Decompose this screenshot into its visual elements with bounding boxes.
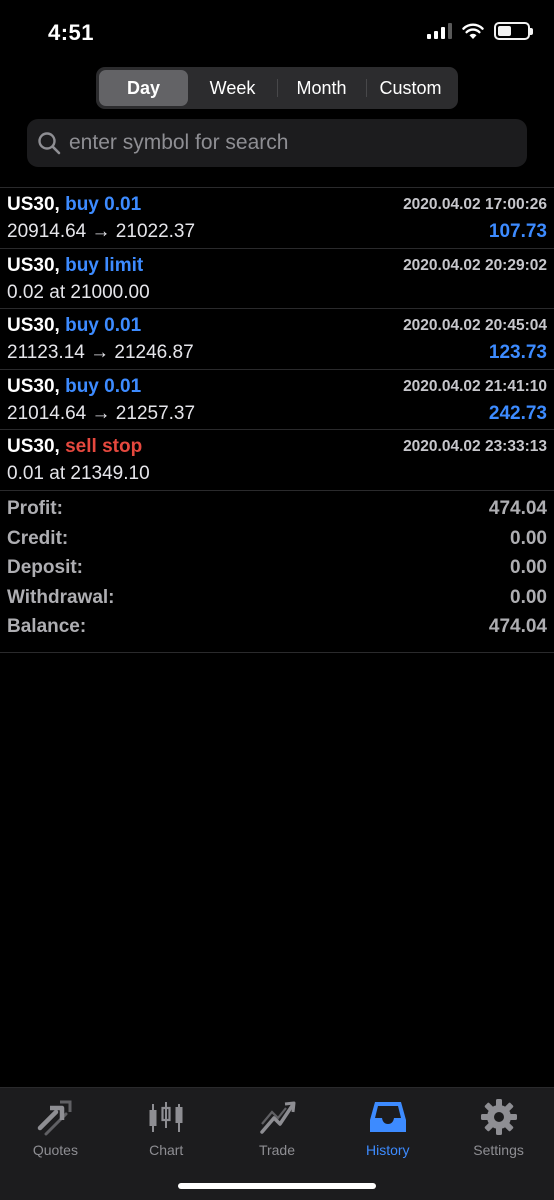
order-detail: 0.02 at 21000.00	[7, 281, 150, 303]
order-type: buy 0.01	[65, 315, 142, 336]
order-time: 2020.04.02 21:41:10	[403, 377, 547, 395]
order-symbol: US30,	[7, 254, 60, 276]
summary-withdrawal: Withdrawal: 0.00	[0, 585, 554, 615]
order-type: buy 0.01	[65, 375, 142, 397]
order-symbol: US30,	[7, 194, 60, 215]
order-detail: 21014.64 → 21257.37	[7, 402, 196, 424]
gear-icon	[480, 1099, 517, 1135]
candlestick-icon	[149, 1102, 183, 1132]
tab-month[interactable]: Month	[277, 70, 366, 106]
order-title: US30, buy limit	[7, 255, 143, 277]
list-item[interactable]: US30, sell stop 2020.04.02 23:33:13 0.01…	[0, 430, 554, 491]
order-title: US30, buy 0.01	[7, 376, 141, 398]
home-indicator	[178, 1183, 376, 1189]
order-title: US30, buy 0.01	[7, 194, 141, 216]
summary-deposit: Deposit: 0.00	[0, 555, 554, 585]
order-time: 2020.04.02 23:33:13	[403, 438, 547, 455]
status-icons	[427, 22, 533, 40]
tab-label: Settings	[473, 1142, 524, 1158]
inbox-tray-icon	[369, 1102, 406, 1132]
order-title: US30, buy 0.01	[7, 315, 141, 337]
trade-trend-icon	[260, 1101, 296, 1134]
quotes-arrows-icon	[38, 1100, 72, 1136]
search-icon	[38, 132, 61, 155]
tab-label: Trade	[258, 1142, 296, 1158]
tab-custom[interactable]: Custom	[366, 70, 455, 106]
order-type: sell stop	[65, 436, 143, 457]
summary-label: Balance:	[7, 616, 87, 638]
summary-label: Credit:	[7, 527, 69, 549]
order-title: US30, sell stop	[7, 436, 142, 458]
order-profit: 242.73	[488, 402, 547, 424]
tab-week[interactable]: Week	[188, 70, 277, 106]
status-time: 4:51	[48, 20, 95, 45]
order-detail: 20914.64 → 21022.37	[7, 221, 196, 242]
order-time: 2020.04.02 20:45:04	[403, 317, 547, 334]
tab-label: Chart	[149, 1142, 184, 1158]
history-screen: 4:51 Day Week Month Custom enter symbol …	[0, 0, 554, 1200]
order-profit: 107.73	[488, 221, 547, 242]
tab-settings[interactable]: Settings	[443, 1088, 554, 1200]
account-summary: Profit: 474.04 Credit: 0.00 Deposit: 0.0…	[0, 496, 554, 653]
summary-value: 474.04	[488, 616, 547, 638]
order-type: buy 0.01	[65, 194, 142, 215]
symbol-search-bar[interactable]	[27, 119, 527, 167]
wifi-icon	[462, 23, 484, 39]
list-item[interactable]: US30, buy limit 2020.04.02 20:29:02 0.02…	[0, 249, 554, 309]
order-detail: 21123.14 → 21246.87	[7, 342, 194, 363]
order-time: 2020.04.02 20:29:02	[403, 256, 547, 274]
status-bar: 4:51	[0, 0, 554, 66]
cellular-signal-icon	[427, 23, 452, 39]
summary-value: 0.00	[510, 586, 547, 608]
list-item[interactable]: US30, buy 0.01 2020.04.02 17:00:26 20914…	[0, 188, 554, 249]
order-type: buy limit	[65, 254, 144, 276]
tab-quotes[interactable]: Quotes	[0, 1088, 111, 1200]
summary-profit: Profit: 474.04	[0, 496, 554, 526]
tab-day[interactable]: Day	[99, 70, 188, 106]
battery-icon	[494, 22, 533, 40]
summary-value: 0.00	[510, 527, 547, 549]
order-symbol: US30,	[7, 436, 60, 457]
summary-credit: Credit: 0.00	[0, 526, 554, 556]
search-input[interactable]	[69, 131, 527, 155]
summary-label: Deposit:	[7, 557, 83, 579]
summary-label: Withdrawal:	[7, 586, 115, 608]
list-item[interactable]: US30, buy 0.01 2020.04.02 21:41:10 21014…	[0, 370, 554, 430]
summary-value: 474.04	[488, 498, 547, 519]
order-symbol: US30,	[7, 315, 60, 336]
tab-label: Quotes	[32, 1142, 78, 1158]
order-profit: 123.73	[488, 342, 547, 363]
list-item[interactable]: US30, buy 0.01 2020.04.02 20:45:04 21123…	[0, 309, 554, 370]
summary-balance: Balance: 474.04	[0, 614, 554, 644]
order-history-list: US30, buy 0.01 2020.04.02 17:00:26 20914…	[0, 187, 554, 491]
order-time: 2020.04.02 17:00:26	[403, 196, 547, 213]
summary-label: Profit:	[7, 498, 63, 519]
summary-value: 0.00	[510, 557, 547, 579]
order-symbol: US30,	[7, 375, 60, 397]
order-detail: 0.01 at 21349.10	[7, 463, 150, 484]
period-segmented-control: Day Week Month Custom	[96, 67, 458, 109]
tab-label: History	[366, 1142, 410, 1158]
